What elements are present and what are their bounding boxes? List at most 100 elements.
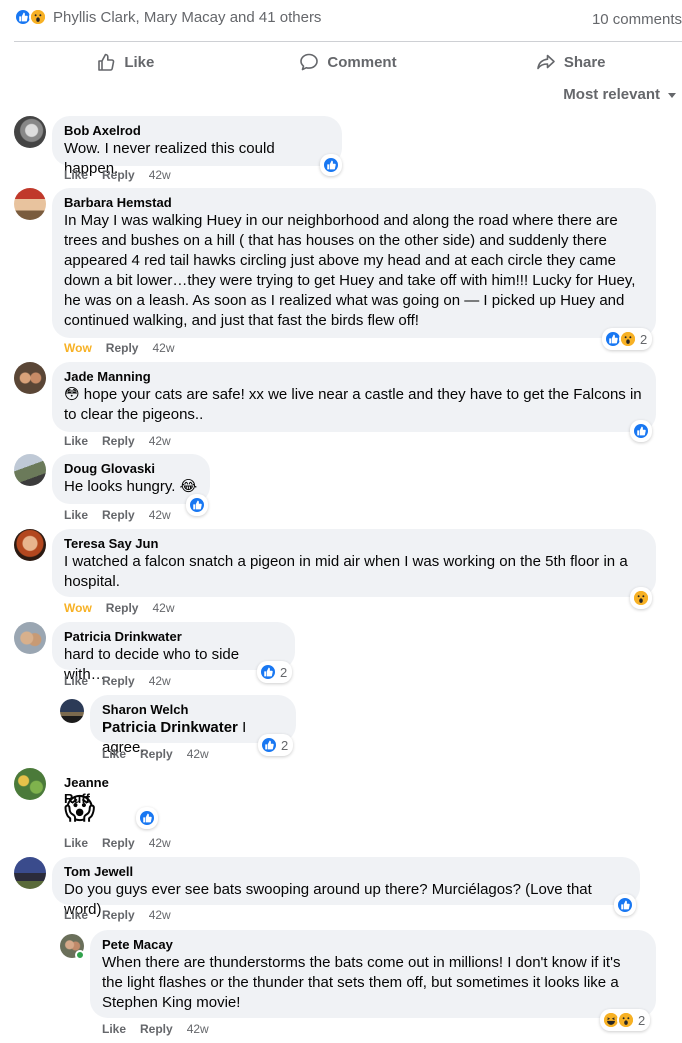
sort-dropdown[interactable]: Most relevant <box>563 86 678 103</box>
reply-comment: Pete Macay When there are thunderstorms … <box>60 930 682 1040</box>
reaction-count: 2 <box>638 1012 646 1028</box>
reaction-names[interactable]: Phyllis Clark, Mary Macay and 41 others <box>53 9 321 26</box>
comment-meta: Like Reply 42w <box>64 434 171 448</box>
comment-meta: Like Reply 42w <box>64 168 171 182</box>
comment-text: In May I was walking Huey in our neighbo… <box>64 212 636 329</box>
comment-timestamp[interactable]: 42w <box>149 508 171 522</box>
comment-text: 😳 hope your cats are safe! xx we live ne… <box>64 386 642 423</box>
comment-timestamp[interactable]: 42w <box>152 341 174 355</box>
comment-author[interactable]: Sharon Welch <box>102 702 284 718</box>
comment-meta: Like Reply 42w <box>64 836 171 850</box>
comment-like-link[interactable]: Like <box>64 674 88 688</box>
wow-icon <box>632 589 650 607</box>
comment-reaction-badge[interactable] <box>630 587 652 609</box>
comment-author[interactable]: Doug Glovaski <box>64 461 198 477</box>
reaction-count: 2 <box>280 664 288 680</box>
comment-like-link[interactable]: Like <box>64 836 88 850</box>
comment-author[interactable]: Barbara Hemstad <box>64 195 644 211</box>
comment-timestamp[interactable]: 42w <box>152 601 174 615</box>
comment-reaction-badge[interactable]: 2 <box>258 734 294 756</box>
comment-reply-link[interactable]: Reply <box>102 508 135 522</box>
comment-reaction-badge[interactable] <box>630 420 652 442</box>
like-icon <box>322 156 340 174</box>
comment-bubble: Patricia Drinkwater hard to decide who t… <box>52 622 295 683</box>
reaction-summary[interactable]: Phyllis Clark, Mary Macay and 41 others <box>14 8 321 26</box>
avatar[interactable] <box>14 362 46 394</box>
avatar[interactable] <box>14 116 46 148</box>
comment-like-link[interactable]: Like <box>64 168 88 182</box>
comment-like-link[interactable]: Like <box>64 434 88 448</box>
comment-author[interactable]: Pete Macay <box>102 937 644 953</box>
comment-reply-link[interactable]: Reply <box>140 1022 173 1036</box>
comment-wow-link[interactable]: Wow <box>64 341 92 355</box>
avatar[interactable] <box>60 699 84 723</box>
reaction-count: 2 <box>281 737 289 753</box>
like-icon <box>138 809 156 827</box>
comment-timestamp[interactable]: 42w <box>149 908 171 922</box>
reaction-count: 2 <box>640 331 648 347</box>
comment-timestamp[interactable]: 42w <box>149 434 171 448</box>
like-button[interactable]: Like <box>14 44 237 80</box>
avatar[interactable] <box>14 529 46 561</box>
comment-timestamp[interactable]: 42w <box>187 1022 209 1036</box>
comment-author[interactable]: Patricia Drinkwater <box>64 629 283 645</box>
comment-meta: Like Reply 42w <box>102 1022 209 1036</box>
comment: Tom Jewell Do you guys ever see bats swo… <box>14 857 682 925</box>
comment-text: He looks hungry. 😂 <box>64 478 198 495</box>
comment-bubble: Bob Axelrod Wow. I never realized this c… <box>52 116 342 177</box>
like-icon <box>259 663 277 681</box>
comment-reaction-badge[interactable]: 2 <box>600 1009 651 1031</box>
comment-meta: Like Reply 42w <box>64 908 171 922</box>
comment-reply-link[interactable]: Reply <box>102 908 135 922</box>
avatar[interactable] <box>14 454 46 486</box>
comment-timestamp[interactable]: 42w <box>149 674 171 688</box>
comment-meta: Wow Reply 42w <box>64 601 174 615</box>
share-button[interactable]: Share <box>459 44 682 80</box>
comment-reply-link[interactable]: Reply <box>102 434 135 448</box>
comment-reply-link[interactable]: Reply <box>140 747 173 761</box>
comment-bubble: Doug Glovaski He looks hungry. 😂 <box>52 454 210 504</box>
comment-reply-link[interactable]: Reply <box>106 341 139 355</box>
comment-reaction-badge[interactable] <box>136 807 158 829</box>
comment-meta: Like Reply 42w <box>64 508 171 522</box>
avatar[interactable] <box>14 622 46 654</box>
reply-comment: Sharon Welch Patricia Drinkwater I agree… <box>60 695 682 765</box>
comment-like-link[interactable]: Like <box>102 1022 126 1036</box>
comment-icon <box>300 53 319 71</box>
comment-text: When there are thunderstorms the bats co… <box>102 954 621 1011</box>
comment-author[interactable]: Tom Jewell <box>64 864 628 880</box>
comment-like-link[interactable]: Like <box>64 908 88 922</box>
avatar[interactable] <box>14 188 46 220</box>
comment-timestamp[interactable]: 42w <box>149 836 171 850</box>
comment: Bob Axelrod Wow. I never realized this c… <box>14 116 682 186</box>
comment-author[interactable]: Teresa Say Jun <box>64 536 644 552</box>
comment-reply-link[interactable]: Reply <box>102 168 135 182</box>
like-button-label: Like <box>124 53 155 71</box>
comment-bubble: Barbara Hemstad In May I was walking Hue… <box>52 188 656 338</box>
sort-label: Most relevant <box>563 86 660 103</box>
avatar[interactable] <box>14 768 46 800</box>
comment-bubble: Pete Macay When there are thunderstorms … <box>90 930 656 1018</box>
comment-meta: Like Reply 42w <box>102 747 209 761</box>
comment-timestamp[interactable]: 42w <box>187 747 209 761</box>
comments-count[interactable]: 10 comments <box>592 11 682 28</box>
mention-link[interactable]: Patricia Drinkwater <box>102 719 238 736</box>
comment-reply-link[interactable]: Reply <box>106 601 139 615</box>
share-icon <box>537 54 555 70</box>
comment-reply-link[interactable]: Reply <box>102 674 135 688</box>
comment-reaction-badge[interactable] <box>186 494 208 516</box>
comment-reaction-badge[interactable] <box>320 154 342 176</box>
comment-reaction-badge[interactable]: 2 <box>602 328 653 350</box>
comment-button[interactable]: Comment <box>237 44 460 80</box>
comment-reaction-badge[interactable]: 2 <box>257 661 293 683</box>
comment-bubble: Tom Jewell Do you guys ever see bats swo… <box>52 857 640 918</box>
comment-author[interactable]: Bob Axelrod <box>64 123 330 139</box>
comment-author[interactable]: Jade Manning <box>64 369 644 385</box>
comment-timestamp[interactable]: 42w <box>149 168 171 182</box>
comment-like-link[interactable]: Like <box>102 747 126 761</box>
comment-wow-link[interactable]: Wow <box>64 601 92 615</box>
comment-reply-link[interactable]: Reply <box>102 836 135 850</box>
avatar[interactable] <box>14 857 46 889</box>
comment-reaction-badge[interactable] <box>614 894 636 916</box>
comment-like-link[interactable]: Like <box>64 508 88 522</box>
